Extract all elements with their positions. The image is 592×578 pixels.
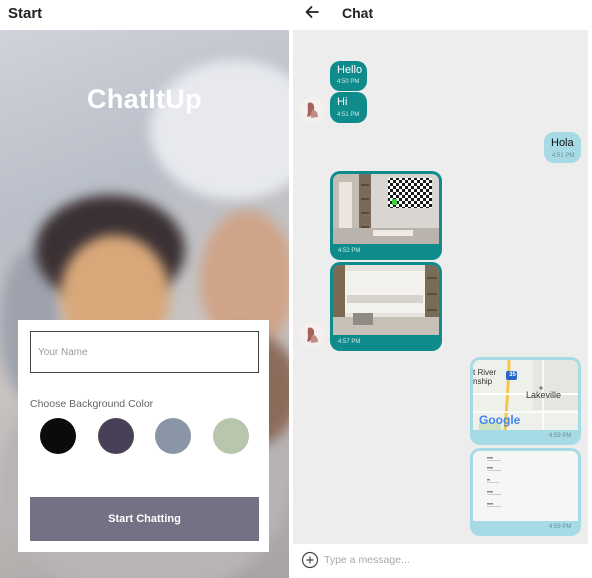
add-action-icon[interactable] — [301, 551, 319, 569]
message-text: Hi — [337, 96, 348, 108]
app-title: ChatItUp — [87, 84, 202, 114]
name-input[interactable] — [30, 331, 259, 373]
message-time: 4:57 PM — [338, 339, 361, 345]
screenshot-thumbnail-icon — [473, 451, 578, 521]
start-app-bar: Start — [0, 0, 289, 30]
message-text: Hello — [337, 64, 363, 76]
user-avatar-icon — [299, 97, 325, 123]
message-input[interactable] — [324, 549, 584, 571]
back-arrow-icon[interactable] — [303, 3, 321, 21]
message-time: 4:51 PM — [552, 153, 575, 159]
message-time: 4:51 PM — [337, 112, 360, 118]
start-chatting-button[interactable]: Start Chatting — [30, 497, 259, 541]
room-photo-icon — [333, 174, 439, 244]
message-bubble-incoming: Hi 4:51 PM — [330, 92, 367, 123]
chat-screen-title: Chat — [342, 5, 374, 21]
map-label-city: Lakeville — [526, 390, 562, 400]
image-message[interactable]: 4:52 PM — [330, 171, 442, 260]
map-label-line: t River — [473, 368, 497, 377]
map-label-line: nship — [473, 377, 493, 386]
google-logo: Google — [479, 413, 521, 427]
location-message[interactable]: t River nship 35 Lakeville Google 4:59 P… — [470, 357, 581, 445]
color-swatch-purple[interactable] — [98, 418, 134, 454]
location-map: t River nship 35 Lakeville Google — [473, 360, 578, 430]
message-bubble-outgoing: Hola 4:51 PM — [544, 132, 581, 163]
message-list: Hello 4:50 PM Hi 4:51 PM Hola 4:51 PM 4:… — [293, 30, 588, 544]
chat-screen: Chat Hello 4:50 PM Hi 4:51 PM Hola 4:51 … — [293, 0, 592, 578]
highway-shield: 35 — [509, 372, 516, 378]
message-time: 4:52 PM — [338, 248, 361, 254]
avatar[interactable] — [299, 322, 325, 348]
start-form-card: Choose Background Color Start Chatting — [18, 320, 269, 552]
chat-app-bar: Chat — [293, 0, 592, 30]
color-swatch-black[interactable] — [40, 418, 76, 454]
color-swatch-green[interactable] — [213, 418, 249, 454]
color-swatch-grey[interactable] — [155, 418, 191, 454]
color-choice-label: Choose Background Color — [30, 398, 154, 410]
map-label-river: t River nship — [473, 368, 496, 386]
user-avatar-icon — [299, 322, 325, 348]
message-time: 4:50 PM — [337, 79, 360, 85]
shared-photo — [333, 265, 439, 335]
start-screen-title: Start — [8, 5, 43, 22]
message-bubble-incoming: Hello 4:50 PM — [330, 61, 367, 91]
message-composer — [293, 544, 592, 578]
room-photo-icon — [333, 265, 439, 335]
avatar[interactable] — [299, 97, 325, 123]
shared-photo — [333, 174, 439, 244]
message-time: 4:59 PM — [549, 433, 572, 439]
image-message[interactable]: 4:57 PM — [330, 262, 442, 351]
image-message[interactable]: 4:59 PM — [470, 448, 581, 536]
message-time: 4:59 PM — [549, 524, 572, 530]
message-text: Hola — [551, 137, 574, 149]
shared-screenshot — [473, 451, 578, 521]
start-screen: Start ChatItUp Choose Background Color S… — [0, 0, 289, 578]
